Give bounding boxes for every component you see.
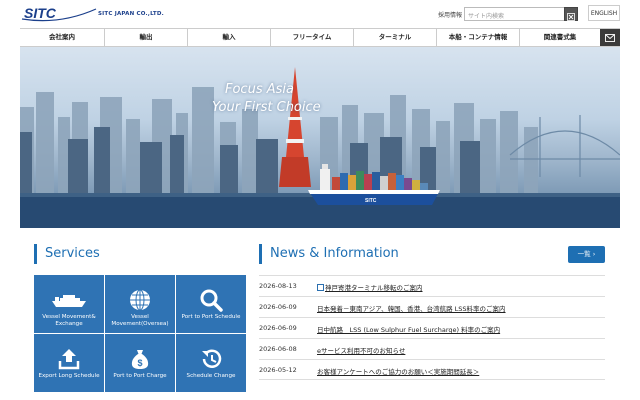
services-grid: Vessel Movement& Exchange Vessel Movemen… xyxy=(34,275,246,400)
news-link[interactable]: 神戸寄港ターミナル移転のご案内 xyxy=(317,282,423,292)
site-header: SITC SITC JAPAN CO.,LTD. 採用情報 サイト内検索 ENG… xyxy=(0,0,640,28)
news-date: 2026-06-09 xyxy=(259,324,297,332)
nav-item-import[interactable]: 輸入 xyxy=(187,29,270,46)
chevron-right-icon: › xyxy=(592,250,596,258)
company-name: SITC JAPAN CO.,LTD. xyxy=(98,11,164,17)
news-link[interactable]: 日中航路 LSS (Low Sulphur Fuel Surcharge) 料率… xyxy=(317,324,500,334)
news-heading: News & Information xyxy=(259,244,399,264)
news-item: 2026-06-09 日本発着－東南アジア、韓国、香港、台湾航路 LSS料率のご… xyxy=(259,296,605,317)
external-link-icon xyxy=(317,284,324,291)
sitc-logo[interactable]: SITC xyxy=(20,5,98,23)
nav-item-vessel-container[interactable]: 本船・コンテナ情報 xyxy=(436,29,519,46)
nav-item-freetime[interactable]: フリータイム xyxy=(270,29,353,46)
service-label: Port to Port Charge xyxy=(113,373,167,379)
hero-tagline-1: Focus Asia xyxy=(225,82,294,97)
service-label: Port to Port Schedule xyxy=(181,314,241,320)
hero-tagline-2: Your First Choice xyxy=(212,100,321,115)
mail-button[interactable] xyxy=(600,29,620,46)
english-button[interactable]: ENGLISH xyxy=(588,5,620,21)
service-label: Vessel Movement(Oversea) xyxy=(111,314,169,327)
nav-item-export[interactable]: 輸出 xyxy=(104,29,187,46)
service-export-long-schedule[interactable]: Export Long Schedule xyxy=(34,334,104,392)
recruit-link[interactable]: 採用情報 xyxy=(438,10,462,19)
mail-icon xyxy=(605,33,615,42)
search-input[interactable]: サイト内検索 xyxy=(464,7,565,21)
news-list: 2026-08-13 神戸寄港ターミナル移転のご案内 2026-06-09 日本… xyxy=(259,275,605,380)
news-link[interactable]: 日本発着－東南アジア、韓国、香港、台湾航路 LSS料率のご案内 xyxy=(317,303,506,313)
news-link[interactable]: eサービス利用不可のお知らせ xyxy=(317,345,405,355)
history-icon xyxy=(202,349,222,368)
service-port-to-port-charge[interactable]: $ Port to Port Charge xyxy=(105,334,175,392)
export-icon xyxy=(58,349,80,370)
close-icon xyxy=(567,13,575,21)
service-label: Export Long Schedule xyxy=(38,373,100,379)
logo-text: SITC xyxy=(24,5,57,21)
svg-text:SITC: SITC xyxy=(365,198,377,204)
money-bag-icon: $ xyxy=(131,350,149,369)
hero-banner: SITC Focus Asia Your First Choice xyxy=(20,47,620,228)
news-item: 2026-08-13 神戸寄港ターミナル移転のご案内 xyxy=(259,275,605,296)
globe-icon xyxy=(130,289,150,311)
service-port-to-port-schedule[interactable]: Port to Port Schedule xyxy=(176,275,246,333)
service-vessel-movement-oversea[interactable]: Vessel Movement(Oversea) xyxy=(105,275,175,333)
service-label: Schedule Change xyxy=(186,373,236,379)
nav-item-forms[interactable]: 関連書式集 xyxy=(519,29,600,46)
news-date: 2026-06-09 xyxy=(259,303,297,311)
news-item: 2026-05-12 お客様アンケートへのご協力のお願い＜実施期間延長＞ xyxy=(259,359,605,380)
main-nav: 会社案内 輸出 輸入 フリータイム ターミナル 本船・コンテナ情報 関連書式集 xyxy=(20,28,620,47)
services-heading: Services xyxy=(34,244,100,264)
search-icon xyxy=(200,289,223,312)
service-vessel-movement-exchange[interactable]: Vessel Movement& Exchange xyxy=(34,275,104,333)
news-date: 2026-08-13 xyxy=(259,282,297,290)
svg-text:$: $ xyxy=(137,358,142,368)
nav-item-terminal[interactable]: ターミナル xyxy=(353,29,436,46)
news-list-button-label: 一覧 xyxy=(577,250,591,258)
search-button[interactable] xyxy=(564,7,578,21)
news-list-button[interactable]: 一覧 › xyxy=(568,246,605,263)
service-label: Vessel Movement& Exchange xyxy=(42,314,96,327)
service-schedule-change[interactable]: Schedule Change xyxy=(176,334,246,392)
news-date: 2026-06-08 xyxy=(259,345,297,353)
news-date: 2026-05-12 xyxy=(259,366,297,374)
news-link[interactable]: お客様アンケートへのご協力のお願い＜実施期間延長＞ xyxy=(317,366,479,376)
nav-item-company[interactable]: 会社案内 xyxy=(20,29,104,46)
news-item: 2026-06-08 eサービス利用不可のお知らせ xyxy=(259,338,605,359)
ship-icon xyxy=(52,295,86,307)
news-item: 2026-06-09 日中航路 LSS (Low Sulphur Fuel Su… xyxy=(259,317,605,338)
hero-city-port-image: SITC xyxy=(20,67,620,228)
news-link-text: 神戸寄港ターミナル移転のご案内 xyxy=(325,284,423,292)
